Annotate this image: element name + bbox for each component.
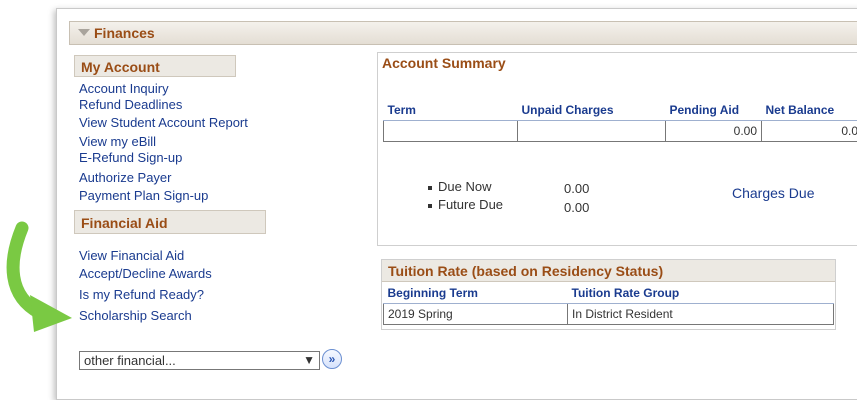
cell-pending-aid: 0.00 (666, 121, 762, 142)
link-view-ebill[interactable]: View my eBill (79, 134, 156, 150)
link-view-student-account-report[interactable]: View Student Account Report (79, 115, 248, 131)
future-due-value: 0.00 (564, 200, 589, 215)
account-summary-panel (377, 52, 857, 246)
chevron-down-icon: ▼ (303, 352, 315, 369)
future-due-item: Future Due (428, 197, 503, 212)
green-arrow-icon (0, 200, 90, 335)
link-charges-due[interactable]: Charges Due (732, 185, 815, 201)
other-financial-select[interactable]: other financial... ▼ (79, 351, 320, 370)
cell-tuition-rate-group: In District Resident (568, 304, 834, 325)
link-e-refund-sign-up[interactable]: E-Refund Sign-up (79, 150, 182, 166)
due-now-value: 0.00 (564, 181, 589, 196)
other-financial-selected: other financial... (84, 353, 176, 368)
link-is-my-refund-ready[interactable]: Is my Refund Ready? (79, 287, 204, 303)
account-summary-title: Account Summary (382, 55, 506, 71)
cell-net-balance: 0.0 (762, 121, 857, 142)
col-beginning-term: Beginning Term (384, 283, 568, 304)
go-button[interactable]: » (322, 349, 342, 369)
bullet-icon (428, 186, 432, 190)
table-header-row: Beginning Term Tuition Rate Group (384, 283, 834, 304)
col-net-balance: Net Balance (762, 100, 857, 121)
tuition-rate-title: Tuition Rate (based on Residency Status) (382, 260, 835, 282)
tuition-rate-panel: Tuition Rate (based on Residency Status)… (381, 259, 836, 330)
link-accept-decline-awards[interactable]: Accept/Decline Awards (79, 266, 212, 282)
cell-beginning-term: 2019 Spring (384, 304, 568, 325)
due-now-label: Due Now (438, 179, 491, 194)
link-authorize-payer[interactable]: Authorize Payer (79, 170, 172, 186)
table-row: 2019 Spring In District Resident (384, 304, 834, 325)
collapse-triangle-icon[interactable] (78, 29, 90, 36)
future-due-label: Future Due (438, 197, 503, 212)
cell-unpaid-charges (518, 121, 666, 142)
col-tuition-rate-group: Tuition Rate Group (568, 283, 834, 304)
account-summary-table: Term Unpaid Charges Pending Aid Net Bala… (383, 100, 857, 142)
col-term: Term (384, 100, 518, 121)
link-account-inquiry[interactable]: Account Inquiry (79, 81, 169, 97)
link-payment-plan-sign-up[interactable]: Payment Plan Sign-up (79, 188, 208, 204)
link-scholarship-search[interactable]: Scholarship Search (79, 308, 192, 324)
col-unpaid-charges: Unpaid Charges (518, 100, 666, 121)
table-header-row: Term Unpaid Charges Pending Aid Net Bala… (384, 100, 857, 121)
tuition-rate-table: Beginning Term Tuition Rate Group 2019 S… (383, 283, 834, 325)
link-view-financial-aid[interactable]: View Financial Aid (79, 248, 184, 264)
table-row: 0.00 0.0 (384, 121, 857, 142)
my-account-header: My Account (74, 55, 236, 77)
section-title: Finances (94, 25, 155, 41)
cell-term (384, 121, 518, 142)
col-pending-aid: Pending Aid (666, 100, 762, 121)
due-now-item: Due Now (428, 179, 491, 194)
finances-section-header[interactable]: Finances (69, 21, 857, 45)
link-refund-deadlines[interactable]: Refund Deadlines (79, 97, 182, 113)
financial-aid-header: Financial Aid (74, 210, 266, 234)
bullet-icon (428, 204, 432, 208)
